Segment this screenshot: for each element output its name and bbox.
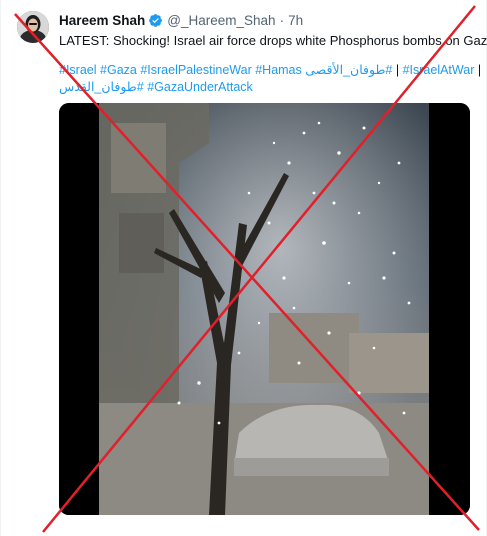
- video-frame-image: [59, 103, 470, 515]
- avatar[interactable]: [17, 11, 49, 43]
- hashtag-separator: |: [477, 63, 482, 77]
- tweet-timestamp[interactable]: 7h: [288, 13, 303, 28]
- hashtag-link[interactable]: #IsraelPalestineWar: [140, 63, 251, 77]
- video-thumbnail[interactable]: [59, 103, 470, 515]
- author-handle[interactable]: @_Hareem_Shah: [167, 13, 275, 28]
- hashtag-block: #Israel #Gaza #IsraelPalestineWar #Hamas…: [59, 62, 482, 96]
- verified-badge-icon: [149, 13, 163, 27]
- author-name[interactable]: Hareem Shah: [59, 13, 145, 28]
- hashtag-link[interactable]: #Israel: [59, 63, 97, 77]
- avatar-image: [17, 11, 49, 43]
- hashtag-link[interactable]: #Hamas: [255, 63, 302, 77]
- hashtag-link[interactable]: #طوفان_القدس: [59, 80, 144, 94]
- hashtag-link[interactable]: #IsraelAtWar: [403, 63, 475, 77]
- hashtag-link[interactable]: #طوفان_الأقصى: [305, 63, 392, 77]
- tweet-card[interactable]: Hareem Shah @_Hareem_Shah · 7h LATEST: S…: [0, 0, 487, 536]
- hashtag-row-2: #طوفان_القدس #GazaUnderAttack: [59, 79, 479, 96]
- tweet-header: Hareem Shah @_Hareem_Shah · 7h: [59, 11, 303, 29]
- hashtag-link[interactable]: #Gaza: [100, 63, 137, 77]
- hashtag-link[interactable]: #GazaUnderAttack: [147, 80, 253, 94]
- header-separator: ·: [279, 12, 285, 28]
- tweet-text: LATEST: Shocking! Israel air force drops…: [59, 33, 487, 48]
- hashtag-row-1: #Israel #Gaza #IsraelPalestineWar #Hamas…: [59, 62, 482, 79]
- hashtag-separator: |: [395, 63, 400, 77]
